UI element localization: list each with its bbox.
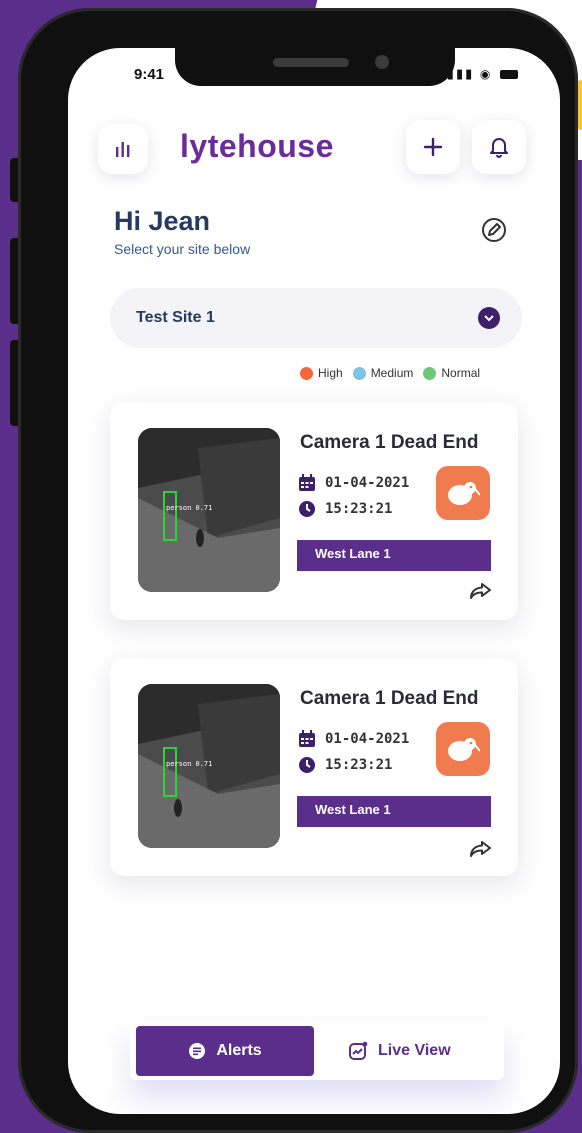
alert-date-text: 01-04-2021 (325, 731, 410, 747)
plus-icon (423, 137, 443, 157)
calendar-icon (299, 730, 315, 747)
alert-time-text: 15:23:21 (325, 501, 393, 517)
detection-label: person 0.71 (166, 504, 212, 512)
alert-date-text: 01-04-2021 (325, 475, 410, 491)
tab-live-view[interactable]: Live View (348, 1026, 451, 1076)
calendar-icon (299, 474, 315, 491)
legend-label: High (318, 366, 343, 380)
edit-icon (482, 218, 506, 242)
lane-label: West Lane 1 (297, 540, 491, 571)
app-logo: lytehouse (180, 128, 334, 164)
kiwi-bird-icon (448, 738, 480, 761)
phone-notch (175, 48, 455, 86)
tab-alerts[interactable]: Alerts (136, 1026, 314, 1076)
legend-label: Medium (370, 366, 414, 380)
legend-dot-icon (300, 366, 313, 380)
camera-title: Camera 1 Dead End (300, 432, 479, 453)
live-view-icon (349, 1041, 368, 1060)
status-time: 9:41 (134, 66, 165, 83)
bottom-navigation: Alerts Live View (130, 1022, 504, 1080)
phone-volume-down-button (10, 340, 18, 426)
camera-title: Camera 1 Dead End (300, 688, 479, 709)
alert-card[interactable]: person 0.71 Camera 1 Dead End 01-04-2021 (110, 658, 518, 876)
clock-icon (299, 757, 315, 773)
alerts-icon (189, 1043, 206, 1059)
alert-time: 15:23:21 (298, 756, 392, 774)
severity-legend: High Medium Normal (300, 366, 480, 380)
alert-kiwi-badge[interactable] (436, 466, 490, 520)
status-icons: ▮▮▮ ◉ (447, 66, 518, 82)
tab-live-view-label: Live View (378, 1042, 451, 1059)
legend-normal: Normal (423, 366, 480, 380)
app-screen: 9:41 ▮▮▮ ◉ lytehouse Hi Jean Select your… (68, 48, 560, 1114)
wifi-icon: ◉ (479, 67, 493, 81)
bars-icon (116, 142, 130, 157)
battery-icon (500, 70, 518, 80)
legend-label: Normal (441, 366, 481, 380)
alert-date: 01-04-2021 (298, 474, 409, 492)
alert-card[interactable]: person 0.71 Camera 1 Dead End 01-04-2021 (110, 402, 518, 620)
alert-time: 15:23:21 (298, 500, 392, 518)
kiwi-bird-icon (448, 482, 480, 505)
add-button[interactable] (406, 120, 460, 174)
edit-button[interactable] (480, 216, 508, 244)
lane-label: West Lane 1 (297, 796, 491, 827)
bell-icon (490, 138, 508, 158)
share-button[interactable] (470, 582, 492, 605)
legend-high: High (300, 366, 343, 380)
legend-dot-icon (423, 366, 437, 380)
greeting-title: Hi Jean (114, 206, 211, 236)
site-selector-value: Test Site 1 (136, 309, 215, 326)
tab-alerts-label: Alerts (216, 1042, 262, 1059)
alert-date: 01-04-2021 (298, 730, 409, 748)
alert-kiwi-badge[interactable] (436, 722, 490, 776)
phone-volume-up-button (10, 238, 18, 324)
legend-dot-icon (352, 366, 366, 380)
share-arrow-icon (470, 841, 491, 857)
notifications-button[interactable] (472, 120, 526, 174)
menu-button[interactable] (98, 124, 148, 174)
greeting-subtitle: Select your site below (114, 241, 251, 257)
share-button[interactable] (470, 840, 492, 863)
camera-thumbnail[interactable]: person 0.71 (138, 684, 280, 848)
front-camera (375, 55, 389, 69)
phone-frame: 9:41 ▮▮▮ ◉ lytehouse Hi Jean Select your… (18, 8, 578, 1133)
phone-mute-button (10, 158, 18, 202)
detection-label: person 0.71 (166, 760, 212, 768)
chevron-down-icon (478, 307, 500, 329)
site-selector[interactable]: Test Site 1 (110, 288, 522, 348)
clock-icon (299, 501, 315, 517)
speaker-grille (273, 58, 349, 67)
legend-medium: Medium (352, 366, 414, 380)
camera-thumbnail[interactable]: person 0.71 (138, 428, 280, 592)
share-arrow-icon (470, 583, 491, 599)
alert-time-text: 15:23:21 (325, 757, 393, 773)
